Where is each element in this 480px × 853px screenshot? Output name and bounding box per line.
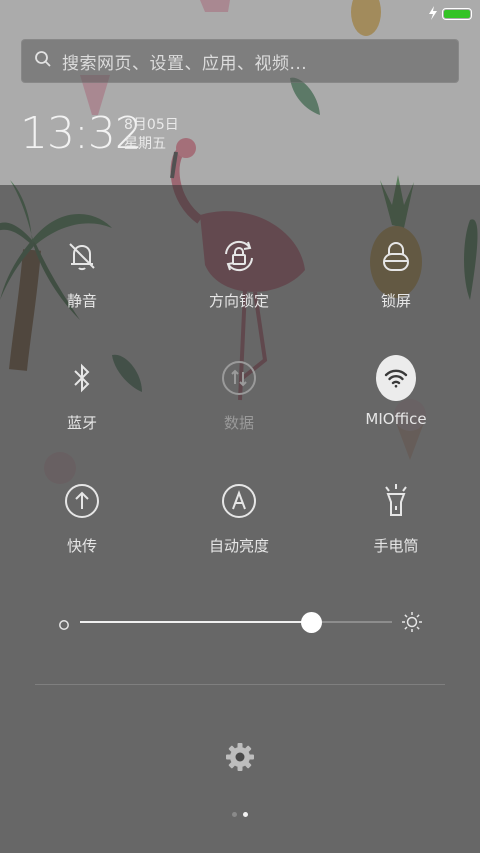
- brightness-low-icon: [58, 616, 70, 635]
- toggle-label: 蓝牙: [66, 414, 97, 432]
- toggle-mute[interactable]: 静音: [17, 236, 147, 336]
- toggle-lock-screen[interactable]: 锁屏: [331, 236, 461, 336]
- bluetooth-icon: [62, 358, 102, 398]
- wifi-toggle-button: [376, 355, 416, 401]
- toggle-auto-brightness[interactable]: 自动亮度: [174, 481, 304, 581]
- toggle-label: 锁屏: [380, 292, 411, 310]
- gear-icon: [224, 743, 256, 777]
- rotation-lock-icon: [219, 236, 259, 276]
- search-input[interactable]: 搜索网页、设置、应用、视频...: [62, 49, 307, 74]
- wifi-icon: [376, 355, 416, 401]
- lightning-icon: [428, 5, 438, 24]
- toggle-label: 快传: [66, 537, 97, 555]
- toggle-rotation-lock[interactable]: 方向锁定: [174, 236, 304, 336]
- flashlight-icon: [376, 481, 416, 521]
- toggle-flashlight[interactable]: 手电筒: [331, 481, 461, 581]
- date-block[interactable]: 8月05日 星期五: [124, 116, 179, 154]
- toggle-quick-transfer[interactable]: 快传: [17, 481, 147, 581]
- page-dot: [232, 812, 237, 817]
- toggle-wifi[interactable]: MIOffice: [331, 355, 461, 458]
- toggle-label: 方向锁定: [208, 292, 269, 310]
- brightness-slider-thumb[interactable]: [300, 612, 322, 633]
- toggle-label: MIOffice: [365, 410, 427, 428]
- upload-icon: [62, 481, 102, 521]
- toggle-bluetooth[interactable]: 蓝牙: [17, 358, 147, 458]
- page-dot-active: [243, 812, 248, 817]
- toggle-label: 自动亮度: [208, 537, 269, 555]
- toggle-label: 静音: [66, 292, 97, 310]
- settings-button[interactable]: [224, 741, 256, 777]
- weekday-text: 星期五: [124, 136, 166, 152]
- toggle-label: 数据: [223, 414, 254, 432]
- page-indicator: [232, 812, 248, 817]
- toggle-label: 手电筒: [373, 537, 419, 555]
- mobile-data-icon: [219, 358, 259, 398]
- lock-icon: [376, 236, 416, 276]
- toggle-mobile-data[interactable]: 数据: [174, 358, 304, 458]
- status-bar: [428, 5, 472, 24]
- battery-icon: [442, 8, 472, 20]
- bell-off-icon: [62, 236, 102, 276]
- date-text: 8月05日: [124, 117, 179, 133]
- brightness-slider-fill: [80, 621, 311, 623]
- brightness-high-icon: [401, 611, 423, 637]
- search-bar[interactable]: 搜索网页、设置、应用、视频...: [21, 39, 459, 83]
- search-icon: [34, 50, 52, 72]
- auto-brightness-icon: [219, 481, 259, 521]
- divider: [35, 684, 445, 685]
- battery-level-fill: [444, 10, 470, 18]
